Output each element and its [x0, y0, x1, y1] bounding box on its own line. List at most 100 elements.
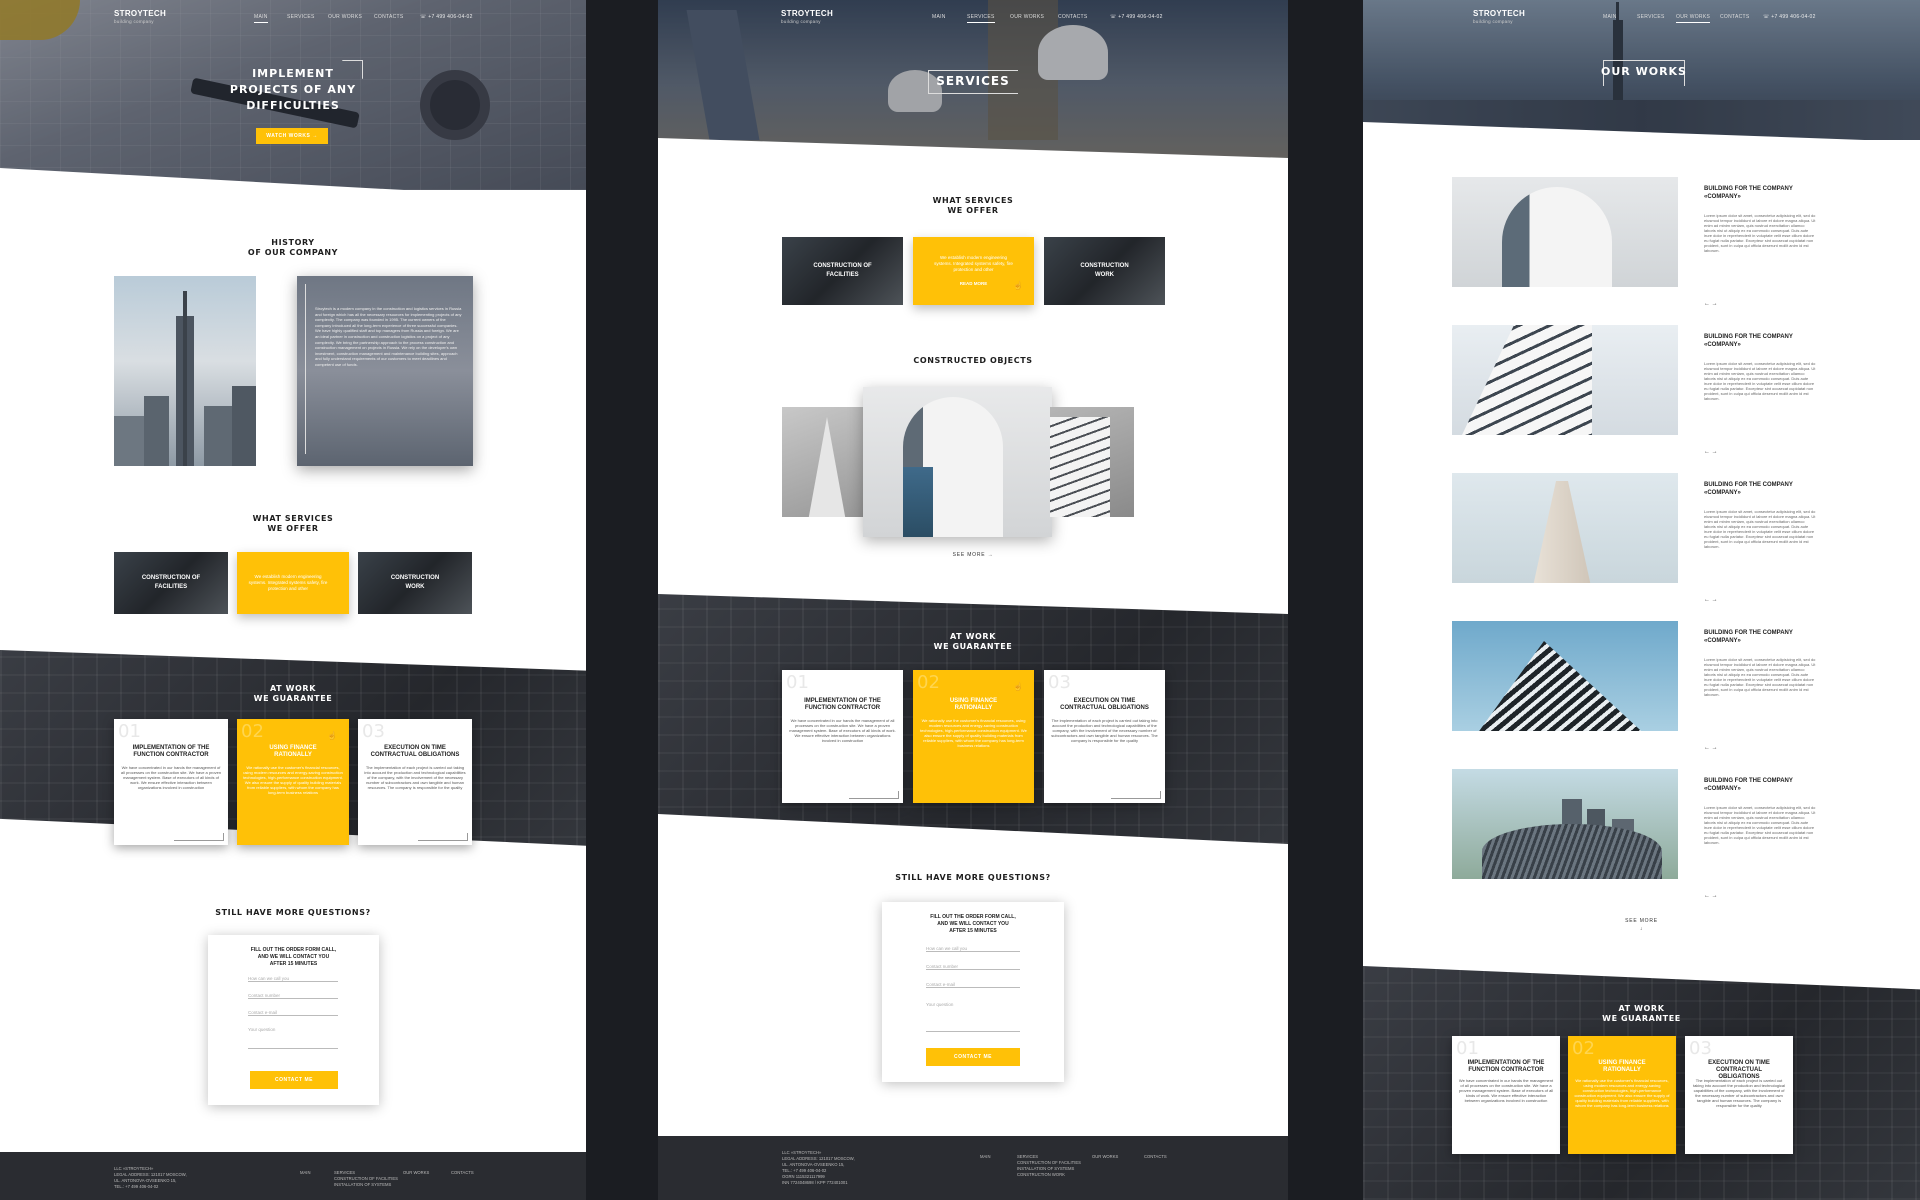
nav-services[interactable]: SERVICES: [967, 14, 995, 23]
phone-number[interactable]: ☏ +7 499 406-04-02: [1763, 14, 1816, 20]
guarantee-card-text: We have concentrated in our hands the ma…: [120, 765, 222, 790]
work-image: [1452, 621, 1678, 731]
arrow-right-icon[interactable]: →: [1712, 301, 1718, 307]
hand-pointer-icon: ☝: [1013, 281, 1023, 290]
objects-title: CONSTRUCTED OBJECTS: [913, 356, 1033, 365]
arrow-left-icon[interactable]: ←: [1704, 597, 1710, 603]
nav-our-works[interactable]: OUR WORKS: [328, 14, 362, 20]
service-card-construction[interactable]: CONSTRUCTION WORK: [1044, 237, 1165, 305]
arrow-right-icon[interactable]: →: [1712, 449, 1718, 455]
nav-our-works[interactable]: OUR WORKS: [1010, 14, 1044, 20]
footer: LLC «STROYTECH» LEGAL ADDRESS: 121017 MO…: [0, 1152, 586, 1200]
nav-contacts[interactable]: CONTACTS: [374, 14, 404, 20]
guarantee-title: AT WORK WE GUARANTEE: [1363, 1004, 1920, 1024]
logo[interactable]: STROYTECH building company: [781, 10, 833, 26]
nav-main[interactable]: MAIN: [254, 14, 268, 23]
guarantee-number: 01: [118, 721, 141, 742]
nav-services[interactable]: SERVICES: [1637, 14, 1665, 20]
footer-link-systems[interactable]: INSTALLATION OF SYSTEMS: [334, 1182, 398, 1188]
name-field[interactable]: How can we call you: [248, 976, 338, 982]
card-corner-decoration: [849, 791, 899, 799]
work-nav-arrows[interactable]: ← →: [1704, 449, 1718, 455]
name-field[interactable]: How can we call you: [926, 946, 1020, 952]
work-item[interactable]: BUILDING FOR THE COMPANY «COMPANY» Lorem …: [1363, 177, 1920, 307]
guarantee-number: 01: [1456, 1038, 1479, 1059]
footer-link-construction[interactable]: CONSTRUCTION WORK: [1017, 1172, 1081, 1178]
arrow-left-icon[interactable]: ←: [1704, 745, 1710, 751]
work-item[interactable]: BUILDING FOR THE COMPANY «COMPANY» Lorem …: [1363, 473, 1920, 603]
footer-link-works[interactable]: OUR WORKS: [1092, 1154, 1118, 1160]
question-field[interactable]: Your question: [926, 1002, 1020, 1032]
history-title: HISTORY OF OUR COMPANY: [0, 238, 586, 258]
phone-field[interactable]: Contact number: [248, 993, 338, 999]
footer-link-contacts[interactable]: CONTACTS: [1144, 1154, 1167, 1160]
work-item[interactable]: BUILDING FOR THE COMPANY «COMPANY» Lorem …: [1363, 621, 1920, 751]
watch-works-button[interactable]: WATCH WORKS →: [256, 128, 328, 144]
work-title-line: «COMPANY»: [1704, 194, 1741, 200]
guarantee-number: 02: [1572, 1038, 1595, 1059]
guarantee-card-2: 02 ☝ USING FINANCE RATIONALLY We rationa…: [237, 719, 349, 845]
contact-me-button[interactable]: CONTACT ME: [926, 1048, 1020, 1066]
nav-contacts[interactable]: CONTACTS: [1720, 14, 1750, 20]
see-more-link[interactable]: SEE MORE →: [658, 552, 1288, 558]
phone-number[interactable]: ☏ +7 499 406-04-02: [1110, 14, 1163, 20]
footer-link-works[interactable]: OUR WORKS: [403, 1170, 429, 1176]
nav-contacts[interactable]: CONTACTS: [1058, 14, 1088, 20]
nav-main[interactable]: MAIN: [932, 14, 946, 20]
service-card-facilities[interactable]: CONSTRUCTION OF FACILITIES: [114, 552, 228, 614]
footer-link-main[interactable]: MAIN: [980, 1154, 990, 1160]
see-more-label: SEE MORE: [1625, 918, 1658, 924]
arrow-right-icon[interactable]: →: [1712, 893, 1718, 899]
arrow-right-icon[interactable]: →: [1712, 597, 1718, 603]
work-item[interactable]: BUILDING FOR THE COMPANY «COMPANY» Lorem …: [1363, 325, 1920, 455]
arrow-left-icon[interactable]: ←: [1704, 449, 1710, 455]
questions-title: STILL HAVE MORE QUESTIONS?: [215, 908, 371, 917]
work-title-line: «COMPANY»: [1704, 342, 1741, 348]
logo[interactable]: STROYTECH building company: [114, 10, 166, 26]
work-nav-arrows[interactable]: ← →: [1704, 301, 1718, 307]
services-title-line: WE OFFER: [947, 206, 999, 215]
guarantee-number: 02: [241, 721, 264, 742]
logo-text: STROYTECH: [781, 9, 834, 18]
work-nav-arrows[interactable]: ← →: [1704, 597, 1718, 603]
work-nav-arrows[interactable]: ← →: [1704, 893, 1718, 899]
nav-main[interactable]: MAIN: [1603, 14, 1617, 20]
see-more-link[interactable]: SEE MORE ↓: [1363, 917, 1920, 933]
work-nav-arrows[interactable]: ← →: [1704, 745, 1718, 751]
guarantee-card-title: IMPLEMENTATION OF THE FUNCTION CONTRACTO…: [1467, 1060, 1545, 1073]
guarantee-card-title: USING FINANCE RATIONALLY: [269, 745, 317, 758]
empire-state-image: [114, 276, 256, 466]
arrow-left-icon[interactable]: ←: [1704, 893, 1710, 899]
work-title-line: BUILDING FOR THE COMPANY: [1704, 630, 1793, 636]
work-image: [1452, 769, 1678, 879]
nav-services[interactable]: SERVICES: [287, 14, 315, 20]
service-card-construction[interactable]: CONSTRUCTION WORK: [358, 552, 472, 614]
work-description: Lorem ipsum dolor sit amet, consectetur …: [1704, 509, 1816, 549]
question-field[interactable]: Your question: [248, 1027, 338, 1049]
footer-link-contacts[interactable]: CONTACTS: [451, 1170, 474, 1176]
guarantee-title-line: WE GUARANTEE: [1602, 1014, 1681, 1023]
work-title: BUILDING FOR THE COMPANY «COMPANY»: [1704, 629, 1824, 645]
object-image-main[interactable]: [863, 387, 1052, 537]
work-title-line: «COMPANY»: [1704, 490, 1741, 496]
arrow-right-icon[interactable]: →: [1712, 745, 1718, 751]
email-field[interactable]: Contact e-mail: [926, 982, 1020, 988]
service-card-facilities[interactable]: CONSTRUCTION OF FACILITIES: [782, 237, 903, 305]
guarantee-card-title: USING FINANCE RATIONALLY: [1598, 1060, 1646, 1073]
read-more-link[interactable]: READ MORE: [960, 281, 988, 287]
logo[interactable]: STROYTECH building company: [1473, 10, 1525, 26]
work-item[interactable]: BUILDING FOR THE COMPANY «COMPANY» Lorem …: [1363, 769, 1920, 899]
services-title-line: WHAT SERVICES: [252, 514, 334, 523]
contact-me-button[interactable]: CONTACT ME: [250, 1071, 338, 1089]
arrow-left-icon[interactable]: ←: [1704, 301, 1710, 307]
service-card-systems[interactable]: We establish modern engineering systems.…: [913, 237, 1034, 305]
phone-field[interactable]: Contact number: [926, 964, 1020, 970]
card-corner-decoration: [418, 833, 468, 841]
phone-number[interactable]: ☏ +7 499 406-04-02: [420, 14, 473, 20]
nav-our-works[interactable]: OUR WORKS: [1676, 14, 1711, 23]
guarantee-card-text: We rationally use the customer's financi…: [920, 718, 1027, 748]
guarantee-card-text: The implementation of each project is ca…: [364, 765, 466, 790]
email-field[interactable]: Contact e-mail: [248, 1010, 338, 1016]
footer-link-main[interactable]: MAIN: [300, 1170, 310, 1176]
service-card-systems[interactable]: We establish modern engineering systems.…: [237, 552, 349, 614]
